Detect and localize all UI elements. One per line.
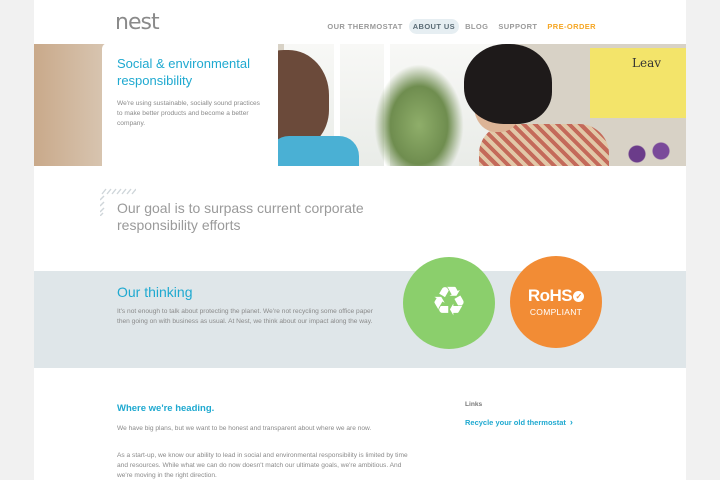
where-heading-para-2: As a start-up, we know our ability to le… — [117, 452, 408, 479]
goal-statement: Our goal is to surpass current corporate… — [117, 200, 364, 233]
hero-flowers — [619, 139, 679, 166]
woman-left-shirt — [269, 136, 359, 166]
links-title: Links — [465, 401, 483, 408]
woman-right-hair — [464, 44, 552, 124]
chevron-right-icon: › — [569, 417, 573, 427]
rohs-title: RoHS ✓ — [510, 286, 602, 306]
check-icon: ✓ — [573, 291, 585, 302]
page-title: Social & environmental responsibility — [117, 56, 250, 88]
nav-about-us[interactable]: ABOUT US — [408, 19, 460, 34]
poster-text: Leav — [632, 56, 662, 70]
site-header: nest OUR THERMOSTAT ABOUT US BLOG SUPPOR… — [34, 0, 686, 44]
where-heading-title: Where we're heading. — [117, 403, 215, 414]
rohs-badge: RoHS ✓ COMPLIANT — [510, 256, 602, 348]
nest-logo[interactable]: nest — [115, 10, 160, 35]
nav-support[interactable]: SUPPORT — [494, 19, 541, 34]
rohs-title-text: RoHS — [527, 286, 573, 305]
main-nav: OUR THERMOSTAT ABOUT US BLOG SUPPORT PRE… — [323, 19, 600, 34]
thinking-title: Our thinking — [117, 284, 193, 300]
nav-blog[interactable]: BLOG — [461, 19, 492, 34]
rohs-subtitle: COMPLIANT — [529, 307, 583, 317]
recycle-badge: ♻ — [403, 257, 495, 349]
thinking-body: It's not enough to talk about protecting… — [117, 308, 373, 325]
nav-pre-order[interactable]: PRE-ORDER — [543, 19, 600, 34]
where-heading-para-1: We have big plans, but we want to be hon… — [117, 425, 372, 432]
nav-our-thermostat[interactable]: OUR THERMOSTAT — [323, 19, 406, 34]
link-label: Recycle your old thermostat — [465, 418, 566, 427]
page: nest OUR THERMOSTAT ABOUT US BLOG SUPPOR… — [34, 0, 686, 480]
recycle-icon: ♻ — [431, 279, 467, 325]
link-recycle-thermostat[interactable]: Recycle your old thermostat › — [465, 417, 573, 427]
hero-plant — [374, 64, 464, 166]
hero-intro: We're using sustainable, socially sound … — [117, 100, 260, 127]
hero-card: Social & environmental responsibility We… — [102, 43, 278, 172]
